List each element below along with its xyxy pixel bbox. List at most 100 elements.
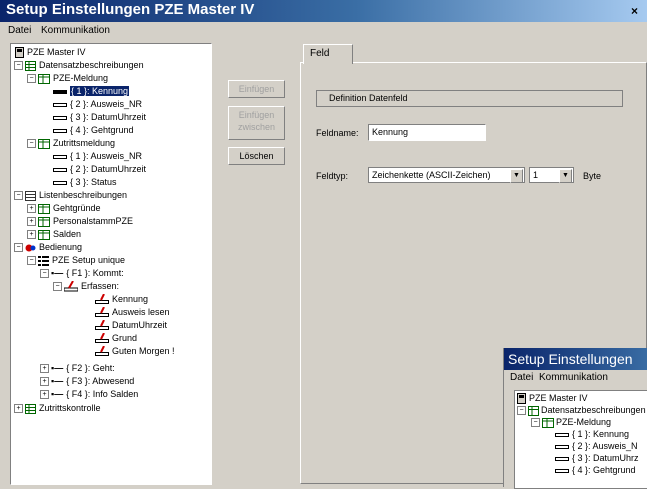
tree-item-gehtgrund[interactable]: { 4 }: Gehtgrund: [53, 124, 134, 137]
tree-item-ausweis[interactable]: { 2 }: Ausweis_N: [555, 440, 638, 452]
expand-icon[interactable]: +: [27, 217, 36, 227]
tree-label: { 3 }: DatumUhrz: [572, 453, 639, 463]
expand-icon[interactable]: +: [27, 230, 36, 240]
window-title: Setup Einstellungen: [504, 348, 647, 370]
expand-icon[interactable]: +: [40, 377, 49, 387]
menu-kommunikation[interactable]: Kommunikation: [41, 25, 110, 36]
tree-item-bedienung[interactable]: − Bedienung: [14, 241, 82, 254]
collapse-icon[interactable]: −: [40, 269, 49, 279]
tree-label: Bedienung: [39, 242, 83, 252]
tree-label: { 4 }: Gehtgrund: [572, 465, 636, 475]
menu-kommunikation[interactable]: Kommunikation: [539, 372, 608, 383]
tree-item-z-status[interactable]: { 3 }: Status: [53, 176, 117, 189]
tree-label: Gehtgründe: [53, 203, 101, 213]
tree-item-setup-unique[interactable]: − PZE Setup unique: [27, 254, 125, 267]
collapse-icon[interactable]: −: [14, 243, 23, 253]
tree-item-datum[interactable]: { 3 }: DatumUhrz: [555, 452, 639, 464]
setup-tree[interactable]: PZE Master IV − Datensatzbeschreibungen −…: [10, 43, 212, 485]
tree-item-e-grund[interactable]: Grund: [95, 332, 137, 345]
tree-item-pze-meldung[interactable]: − PZE-Meldung: [27, 72, 108, 85]
table-icon: [38, 138, 50, 149]
tree-item-zutrittsmeldung[interactable]: − Zutrittsmeldung: [27, 137, 115, 150]
loeschen-button[interactable]: Löschen: [228, 147, 285, 165]
dropdown-arrow-icon[interactable]: ▼: [559, 169, 572, 183]
collapse-icon[interactable]: −: [27, 74, 36, 84]
size-select[interactable]: 1 ▼: [529, 167, 574, 183]
tree-item-datensatz[interactable]: − Datensatzbeschreibungen: [517, 404, 646, 416]
collapse-icon[interactable]: −: [27, 256, 36, 266]
tree-item-erfassen[interactable]: − Erfassen:: [53, 280, 119, 293]
tree-item-e-datum[interactable]: DatumUhrzeit: [95, 319, 167, 332]
tree-item-ausweis[interactable]: { 2 }: Ausweis_NR: [53, 98, 142, 111]
setup-tree[interactable]: PZE Master IV − Datensatzbeschreibungen −…: [514, 390, 647, 489]
expand-icon[interactable]: +: [40, 390, 49, 400]
collapse-icon[interactable]: −: [14, 61, 23, 71]
key-icon: ▪—: [51, 376, 64, 387]
settings-icon: [25, 244, 36, 252]
tree-item-e-ausweis[interactable]: Ausweis lesen: [95, 306, 170, 319]
tree-label: Datensatzbeschreibungen: [39, 60, 144, 70]
collapse-icon[interactable]: −: [517, 406, 526, 416]
button-line: Einfügen: [238, 110, 275, 120]
input-field-icon: [95, 346, 109, 357]
tree-item-datensatz[interactable]: − Datensatzbeschreibungen: [14, 59, 144, 72]
tree-item-f3[interactable]: + ▪—{ F3 }: Abwesend: [40, 375, 134, 388]
collapse-icon[interactable]: −: [53, 282, 62, 292]
expand-icon[interactable]: +: [14, 404, 23, 414]
tree-item-f1[interactable]: − ▪—{ F1 }: Kommt:: [40, 267, 124, 280]
second-setup-window[interactable]: Setup Einstellungen Datei Kommunikation …: [503, 348, 647, 489]
tree-label: Guten Morgen !: [112, 346, 175, 356]
feldname-input[interactable]: Kennung: [368, 124, 486, 141]
tree-item-f4[interactable]: + ▪—{ F4 }: Info Salden: [40, 388, 138, 401]
tree-item-kennung[interactable]: { 1 }: Kennung: [555, 428, 629, 440]
tree-item-z-datum[interactable]: { 2 }: DatumUhrzeit: [53, 163, 146, 176]
feldtyp-select[interactable]: Zeichenkette (ASCII-Zeichen) ▼: [368, 167, 525, 183]
tree-item-personalstamm[interactable]: + PersonalstammPZE: [27, 215, 133, 228]
tree-label: { F4 }: Info Salden: [66, 389, 139, 399]
close-button[interactable]: ×: [626, 4, 643, 19]
input-field-icon: [95, 333, 109, 344]
tree-label: Zutrittskontrolle: [39, 403, 101, 413]
tree-item-pze-meldung[interactable]: − PZE-Meldung: [531, 416, 611, 428]
tree-item-gehtgruende[interactable]: + Gehtgründe: [27, 202, 101, 215]
tree-item-salden[interactable]: + Salden: [27, 228, 81, 241]
collapse-icon[interactable]: −: [14, 191, 23, 201]
definition-group: Definition Datenfeld: [316, 90, 623, 107]
tab-feld[interactable]: Feld: [303, 44, 353, 64]
table-icon: [38, 203, 50, 214]
tree-item-e-kennung[interactable]: Kennung: [95, 293, 148, 306]
tree-item-kennung[interactable]: { 1 }: Kennung: [53, 85, 130, 98]
tree-label: { 2 }: Ausweis_NR: [70, 99, 143, 109]
tree-item-root[interactable]: PZE Master IV: [517, 392, 588, 405]
tree-label-selected: { 1 }: Kennung: [70, 86, 130, 96]
expand-icon[interactable]: +: [27, 204, 36, 214]
field-icon: [53, 154, 67, 159]
tree-item-e-guten[interactable]: Guten Morgen !: [95, 345, 175, 358]
einfuegen-zwischen-button[interactable]: Einfügen zwischen: [228, 106, 285, 140]
menu-datei[interactable]: Datei: [510, 372, 533, 383]
collapse-icon[interactable]: −: [27, 139, 36, 149]
tree-item-root[interactable]: PZE Master IV: [15, 46, 86, 59]
table-icon: [542, 417, 554, 428]
dropdown-arrow-icon[interactable]: ▼: [510, 169, 523, 183]
tree-label: { F1 }: Kommt:: [66, 268, 124, 278]
input-field-icon: [95, 320, 109, 331]
feldtyp-label: Feldtyp:: [316, 171, 349, 181]
menu-list-icon: [38, 256, 49, 267]
collapse-icon[interactable]: −: [531, 418, 540, 428]
expand-icon[interactable]: +: [40, 364, 49, 374]
field-icon: [555, 468, 569, 473]
tree-item-f2[interactable]: + ▪—{ F2 }: Geht:: [40, 362, 115, 375]
tree-item-gehtgrund[interactable]: { 4 }: Gehtgrund: [555, 464, 636, 476]
tree-item-zutritt[interactable]: + Zutrittskontrolle: [14, 402, 101, 415]
tree-label: PZE Master IV: [27, 47, 86, 57]
tree-item-z-ausweis[interactable]: { 1 }: Ausweis_NR: [53, 150, 142, 163]
key-icon: ▪—: [51, 389, 64, 400]
menu-bar: Datei Kommunikation: [0, 22, 647, 40]
tree-item-listen[interactable]: − Listenbeschreibungen: [14, 189, 127, 202]
menu-datei[interactable]: Datei: [8, 25, 31, 36]
tree-item-datum[interactable]: { 3 }: DatumUhrzeit: [53, 111, 146, 124]
einfuegen-button[interactable]: Einfügen: [228, 80, 285, 98]
tree-label: { F2 }: Geht:: [66, 363, 115, 373]
tree-label: PZE Master IV: [529, 393, 588, 403]
